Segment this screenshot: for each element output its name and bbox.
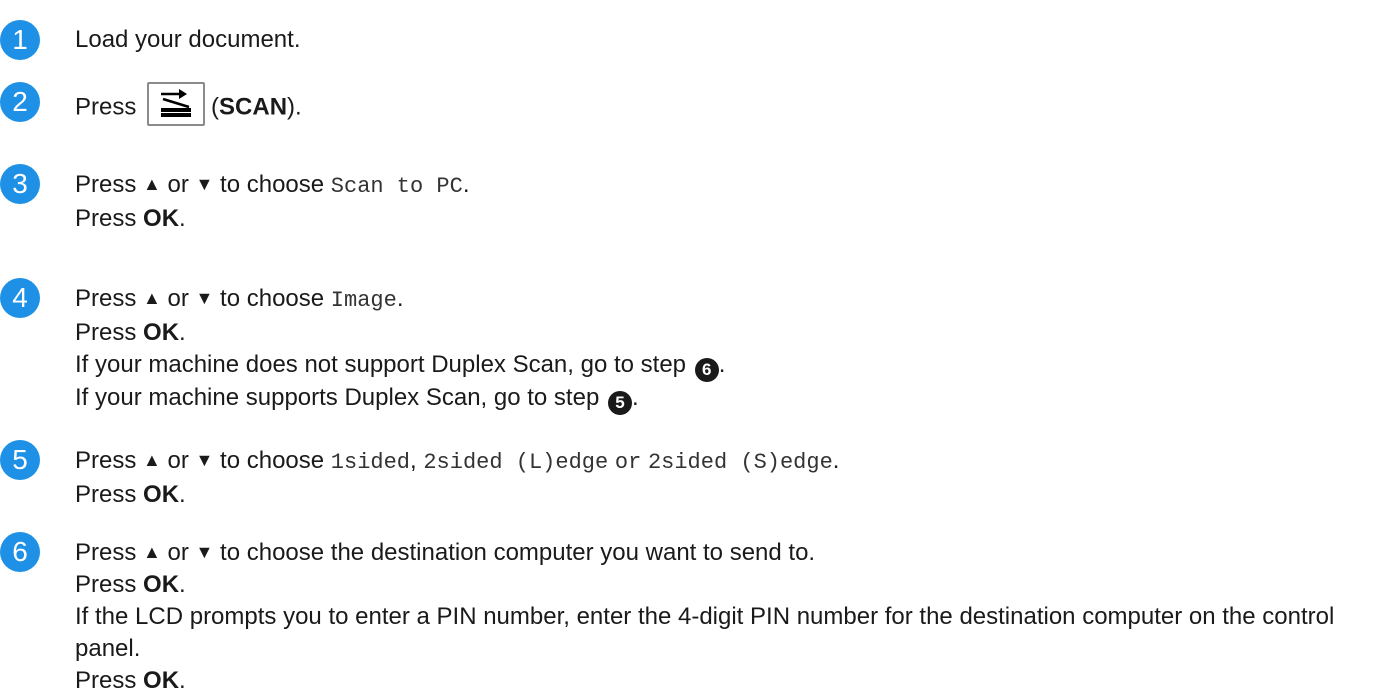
- press-text: Press: [75, 571, 137, 598]
- press-text: Press: [75, 319, 137, 346]
- press-text: Press: [75, 539, 137, 566]
- step-number: 3: [0, 164, 40, 204]
- down-arrow-icon: ▼: [195, 450, 214, 470]
- step-5-link[interactable]: 5: [607, 391, 632, 415]
- down-arrow-icon: ▼: [195, 542, 214, 562]
- instruction-text: to choose the destination computer you w…: [220, 539, 816, 566]
- scan-tray-icon: [161, 89, 192, 117]
- or-text: or: [167, 539, 189, 566]
- ok-key: OK: [143, 319, 180, 346]
- or-text: or: [167, 285, 189, 312]
- scan-label: SCAN: [219, 93, 288, 121]
- ok-key: OK: [143, 571, 180, 598]
- up-arrow-icon: ▲: [143, 450, 161, 470]
- instruction-text: to choose: [220, 447, 325, 474]
- press-text: Press: [75, 205, 137, 232]
- ok-key: OK: [143, 205, 180, 232]
- scan-button: [147, 82, 206, 126]
- press-text: Press: [75, 447, 137, 474]
- ok-key: OK: [143, 481, 180, 508]
- down-arrow-icon: ▼: [195, 288, 214, 308]
- up-arrow-icon: ▲: [143, 174, 161, 194]
- step-number: 4: [0, 278, 40, 318]
- press-text: Press: [75, 171, 137, 198]
- up-arrow-icon: ▲: [143, 542, 161, 562]
- menu-option: Scan to PC: [330, 174, 463, 199]
- press-text: Press: [75, 667, 137, 694]
- ok-key: OK: [143, 667, 180, 694]
- step-text: Load your document.: [75, 26, 301, 53]
- note-text: If your machine does not support Duplex …: [75, 351, 687, 378]
- menu-option: Image: [330, 288, 397, 313]
- step-number: 5: [0, 440, 40, 480]
- step-number: 1: [0, 20, 40, 60]
- menu-option: 1sided: [330, 450, 411, 475]
- down-arrow-icon: ▼: [195, 174, 214, 194]
- instruction-text: to choose: [220, 285, 325, 312]
- press-text: Press: [75, 285, 137, 312]
- step-6-link[interactable]: 6: [694, 358, 719, 382]
- or-text: or: [167, 447, 189, 474]
- or-text: or: [167, 171, 189, 198]
- press-text: Press: [75, 93, 137, 121]
- menu-option: 2sided (L)edge: [423, 450, 609, 475]
- instruction-text: to choose: [220, 171, 325, 198]
- or-text: or: [614, 450, 642, 475]
- press-text: Press: [75, 481, 137, 508]
- note-text: If your machine supports Duplex Scan, go…: [75, 384, 600, 411]
- menu-option: 2sided (S)edge: [647, 450, 833, 475]
- step-number: 2: [0, 82, 40, 122]
- note-text: If the LCD prompts you to enter a PIN nu…: [75, 603, 1335, 662]
- up-arrow-icon: ▲: [143, 288, 161, 308]
- step-number: 6: [0, 532, 40, 572]
